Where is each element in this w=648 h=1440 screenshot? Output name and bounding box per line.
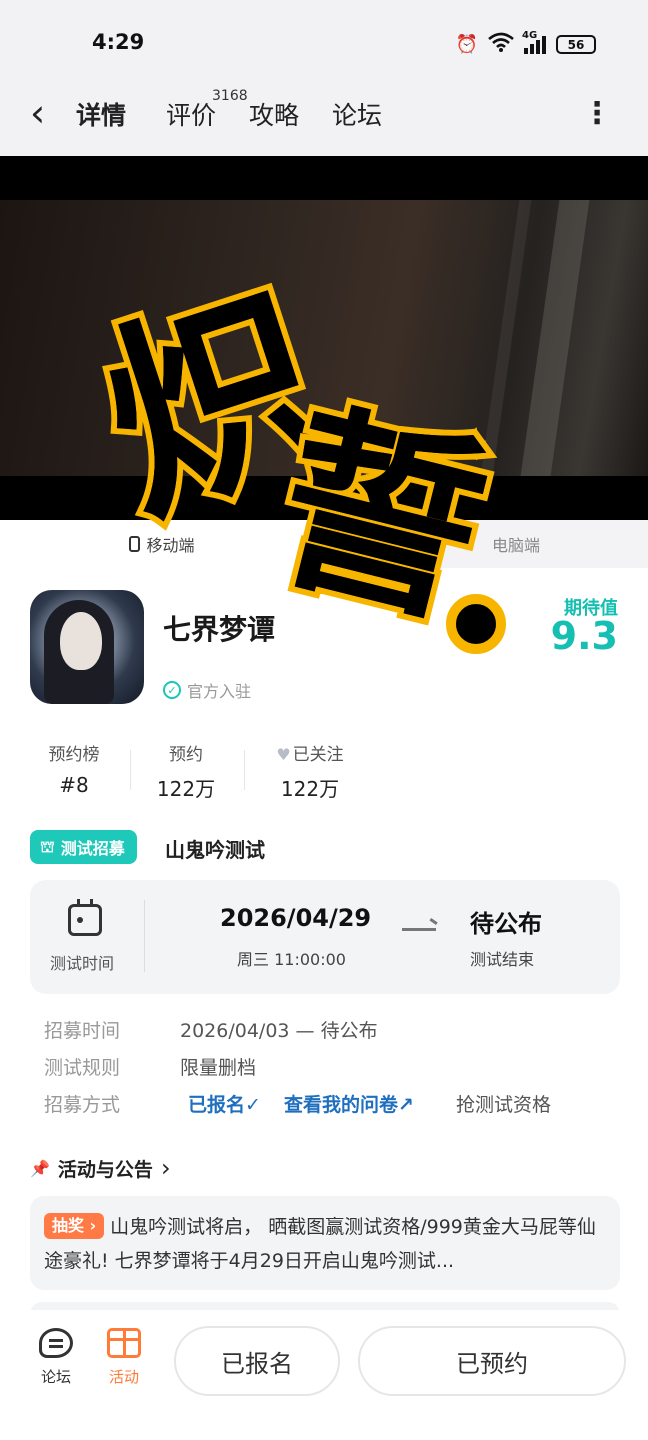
stat-rank-label: 预约榜 — [48, 745, 100, 765]
forum-button[interactable]: 论坛 — [28, 1328, 84, 1387]
heart-icon: ♥ — [276, 745, 291, 764]
stat-rank[interactable]: 预约榜 #8 — [46, 740, 102, 797]
activity-button[interactable]: 活动 — [96, 1328, 152, 1387]
stat-reservations-label: 预约 — [169, 745, 203, 765]
card-divider — [144, 900, 145, 972]
network-type: 4G — [522, 29, 538, 41]
tab-guides[interactable]: 攻略 — [249, 96, 299, 132]
notice-text: 山鬼吟测试将启， 晒截图赢测试资格/999黄金大马屁等仙途豪礼! 七界梦谭将于4… — [44, 1216, 596, 1272]
forum-label: 论坛 — [40, 1368, 71, 1386]
tab-reviews[interactable]: 评价 — [166, 96, 216, 132]
status-bar: 4:29 ⏰ 4G 56 — [0, 0, 648, 80]
official-badge: ✓ 官方入驻 — [163, 678, 251, 702]
signed-up-button[interactable]: 已报名 — [174, 1326, 340, 1396]
calendar-icon — [68, 899, 102, 936]
verified-icon: ✓ — [163, 681, 181, 699]
test-start-date: 2026/04/29 — [220, 904, 372, 932]
notice-text-block: 抽奖 › 山鬼吟测试将启， 晒截图赢测试资格/999黄金大马屁等仙途豪礼! 七界梦… — [44, 1210, 606, 1278]
recruit-method-key: 招募方式 — [44, 1094, 121, 1116]
activity-label: 活动 — [108, 1368, 139, 1386]
game-icon-face — [60, 612, 102, 670]
recruit-tag: ⛫ 测试招募 — [30, 830, 137, 864]
status-time: 4:29 — [92, 30, 145, 54]
stat-followed-label: 已关注 — [292, 745, 344, 765]
recruit-icon: ⛫ — [40, 836, 55, 856]
arrow-right-icon — [402, 928, 436, 931]
stat-divider — [130, 750, 131, 790]
activity-notice-card[interactable]: 抽奖 › 山鬼吟测试将启， 晒截图赢测试资格/999黄金大马屁等仙途豪礼! 七界梦… — [30, 1196, 620, 1290]
recruit-tag-label: 测试招募 — [60, 839, 125, 858]
stat-reservations: 预约 122万 — [156, 740, 216, 802]
stat-rank-value: #8 — [59, 773, 89, 797]
stat-divider — [244, 750, 245, 790]
reviews-count-badge: 3168 — [212, 88, 248, 104]
chevron-right-icon: › — [160, 1154, 171, 1182]
test-start-time: 周三 11:00:00 — [237, 950, 346, 969]
battery-icon: 56 — [556, 35, 596, 54]
stat-reservations-value: 122万 — [156, 777, 216, 801]
test-time-label: 测试时间 — [50, 954, 115, 973]
back-icon[interactable]: ‹ — [30, 94, 45, 132]
top-nav: ‹ 详情 评价 3168 攻略 论坛 ⋮ — [0, 80, 648, 156]
recruit-time-key: 招募时间 — [44, 1020, 121, 1042]
game-title: 七界梦谭 — [163, 613, 276, 646]
official-label: 官方入驻 — [187, 682, 252, 701]
activities-header[interactable]: 📌 活动与公告 › — [30, 1154, 171, 1182]
activities-title: 活动与公告 — [57, 1158, 153, 1181]
platform-pc-label: 电脑端 — [491, 536, 540, 555]
test-rule-key: 测试规则 — [44, 1057, 121, 1079]
stat-followed[interactable]: ♥ 已关注 122万 — [270, 740, 350, 802]
overlay-dot — [446, 594, 506, 654]
wifi-icon — [488, 32, 514, 57]
alarm-icon: ⏰ — [455, 34, 478, 55]
test-rule-value: 限量删档 — [180, 1057, 257, 1079]
test-end-date: 待公布 — [470, 910, 542, 938]
bottom-bar: 论坛 活动 已报名 已预约 — [0, 1310, 648, 1440]
game-icon[interactable] — [30, 590, 144, 704]
lottery-tag: 抽奖 › — [44, 1213, 105, 1239]
reserved-button[interactable]: 已预约 — [358, 1326, 626, 1396]
stat-followed-label-row: ♥ 已关注 — [270, 740, 350, 765]
forum-icon — [39, 1328, 73, 1358]
recruit-test-name: 山鬼吟测试 — [165, 838, 265, 862]
pin-icon: 📌 — [30, 1158, 50, 1178]
test-time-card: 测试时间 2026/04/29 周三 11:00:00 待公布 测试结束 — [30, 880, 620, 994]
expect-score: 9.3 — [550, 614, 618, 658]
gift-icon — [107, 1328, 141, 1358]
test-end-label: 测试结束 — [470, 950, 535, 969]
signed-up-link[interactable]: 已报名✓ — [188, 1090, 261, 1117]
stat-followed-value: 122万 — [280, 777, 340, 801]
grab-qualification-link[interactable]: 抢测试资格 — [456, 1090, 551, 1117]
view-questionnaire-link[interactable]: 查看我的问卷↗ — [284, 1090, 414, 1117]
tab-details[interactable]: 详情 — [73, 96, 129, 132]
phone-icon — [129, 536, 141, 552]
status-icons: ⏰ 4G 56 — [455, 30, 596, 57]
tab-forum[interactable]: 论坛 — [332, 96, 382, 132]
recruit-time-value: 2026/04/03 — 待公布 — [180, 1020, 378, 1042]
signal-icon: 4G — [522, 30, 546, 54]
more-options-icon[interactable]: ⋮ — [582, 96, 612, 131]
